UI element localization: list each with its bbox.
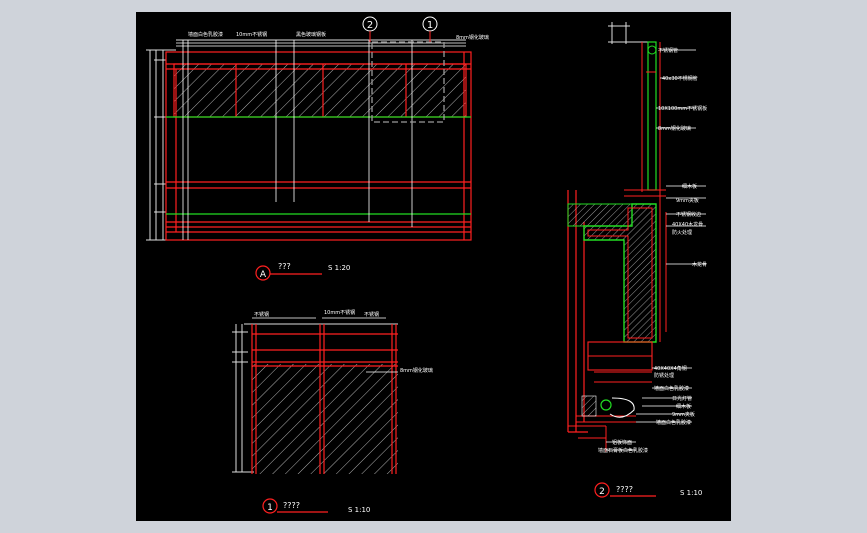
detail-2-note-2: 40x30不锈钢管 bbox=[662, 75, 698, 82]
detail-1-title: ???? bbox=[283, 501, 300, 510]
section-marker-2[interactable]: 2 bbox=[362, 16, 378, 42]
detail-2-note-19: 墙面石膏板白色乳胶漆 bbox=[598, 447, 648, 454]
detail-2-title: ???? bbox=[616, 485, 633, 494]
detail-2-note-12: 防锈处理 bbox=[654, 372, 674, 379]
detail-2-note-8: 40X40木龙骨 bbox=[672, 221, 703, 228]
elevation-a-title: ??? bbox=[278, 262, 291, 271]
detail-1-note-1: 不锈钢 bbox=[254, 311, 269, 318]
detail-2-note-4: 8mm钢化玻璃 bbox=[658, 125, 691, 132]
detail-1-note-3: 不锈钢 bbox=[364, 311, 379, 318]
detail-2-note-17: 墙面白色乳胶漆 bbox=[656, 419, 691, 426]
detail-2-note-10: 木龙骨 bbox=[692, 261, 707, 268]
section-marker-1[interactable]: 1 bbox=[422, 16, 438, 42]
detail-1: 不锈钢 10mm不锈钢 不锈钢 8mm钢化玻璃 1 ???? S 1:10 bbox=[232, 309, 433, 514]
detail-2-marker: 2 bbox=[599, 487, 605, 497]
detail-2-note-9: 防火处理 bbox=[672, 229, 692, 236]
detail-2-note-7: 不锈钢收边 bbox=[676, 211, 701, 218]
elevation-a-note-1: 墙面白色乳胶漆 bbox=[188, 31, 223, 38]
detail-2-note-5: 细木板 bbox=[682, 183, 697, 190]
detail-2-note-14: 日光灯管 bbox=[672, 395, 692, 402]
detail-2: 不锈钢管 40x30不锈钢管 10X100mm不锈钢板 8mm钢化玻璃 细木板 … bbox=[567, 22, 707, 498]
svg-text:2: 2 bbox=[367, 20, 373, 31]
detail-1-note-2: 10mm不锈钢 bbox=[324, 309, 355, 316]
detail-2-note-1: 不锈钢管 bbox=[658, 47, 678, 54]
detail-2-scale: S 1:10 bbox=[680, 489, 702, 497]
detail-2-title-block: 2 ???? S 1:10 bbox=[594, 482, 702, 498]
detail-2-note-15: 细木板 bbox=[676, 403, 691, 410]
detail-2-note-6: 9mm夹板 bbox=[676, 197, 699, 204]
elevation-a-scale: S 1:20 bbox=[328, 264, 350, 272]
detail-1-note-4: 8mm钢化玻璃 bbox=[400, 367, 433, 374]
detail-1-marker: 1 bbox=[267, 503, 273, 513]
elevation-a-title-block: A ??? S 1:20 bbox=[255, 262, 350, 281]
detail-1-scale: S 1:10 bbox=[348, 506, 370, 514]
detail-2-note-18: 铝板饰面 bbox=[612, 439, 632, 446]
elevation-a: 2 1 墙面白色乳胶漆 10mm不锈钢 黑色玻璃钢板 8mm钢化玻璃 A ???… bbox=[146, 16, 489, 281]
elevation-a-note-3: 黑色玻璃钢板 bbox=[296, 31, 326, 38]
elevation-a-note-2: 10mm不锈钢 bbox=[236, 31, 267, 38]
detail-2-note-11: 40X40X4角钢 bbox=[654, 365, 687, 372]
detail-2-note-16: 9mm夹板 bbox=[672, 411, 695, 418]
svg-text:1: 1 bbox=[427, 20, 433, 31]
elevation-a-note-4: 8mm钢化玻璃 bbox=[456, 34, 489, 41]
cad-drawing: 2 1 墙面白色乳胶漆 10mm不锈钢 黑色玻璃钢板 8mm钢化玻璃 A ???… bbox=[146, 16, 707, 514]
detail-2-note-13: 墙面白色乳胶漆 bbox=[654, 385, 689, 392]
elevation-a-marker: A bbox=[260, 270, 267, 280]
detail-1-title-block: 1 ???? S 1:10 bbox=[262, 498, 370, 514]
detail-2-note-3: 10X100mm不锈钢板 bbox=[658, 105, 707, 112]
cad-drawing-canvas: 2 1 墙面白色乳胶漆 10mm不锈钢 黑色玻璃钢板 8mm钢化玻璃 A ???… bbox=[136, 12, 731, 521]
